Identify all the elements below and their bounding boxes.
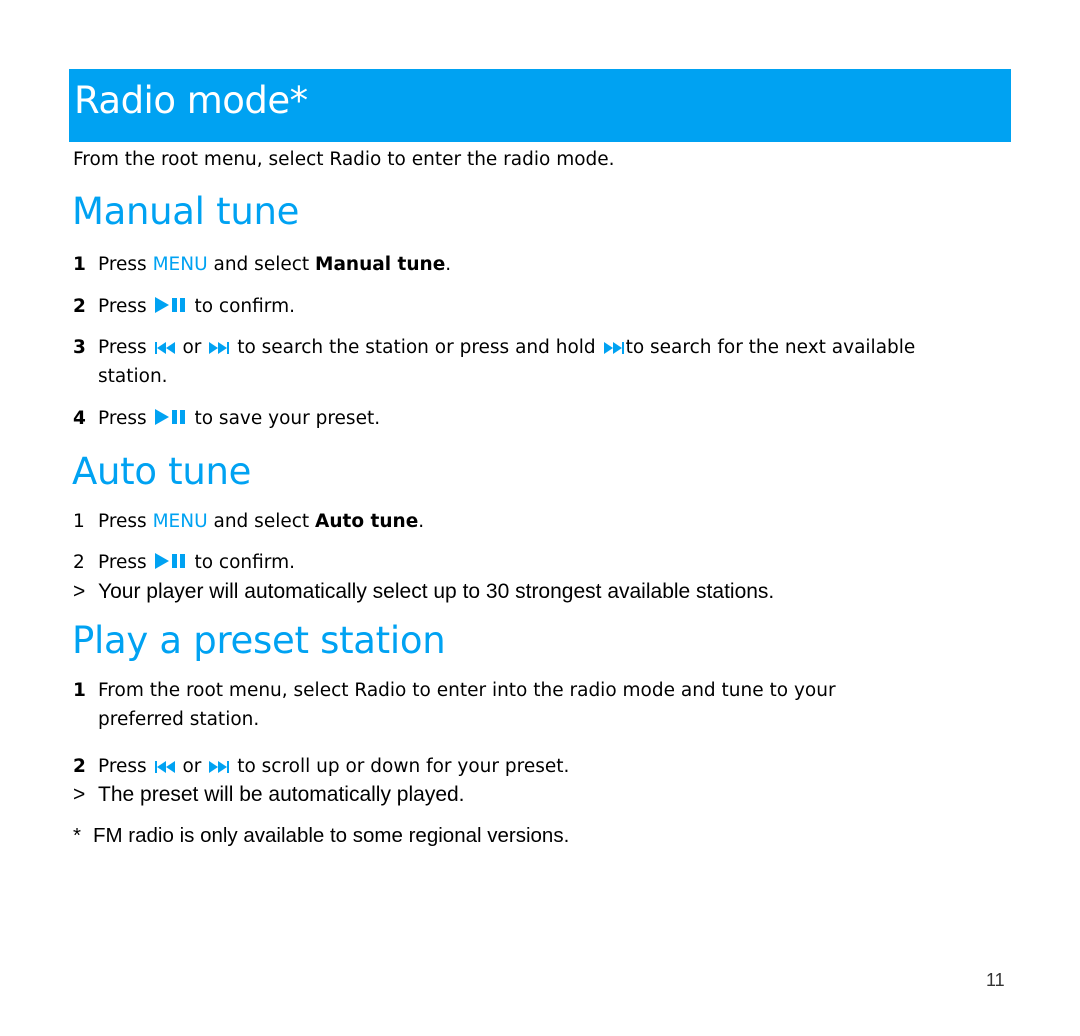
auto-tune-result: > Your player will automatically select u… xyxy=(73,580,775,603)
next-icon xyxy=(208,760,230,774)
menu-key: MENU xyxy=(152,511,208,532)
previous-icon xyxy=(154,760,176,774)
previous-icon xyxy=(154,341,176,355)
manual-step-3: 3 Press or to search the station or press… xyxy=(73,337,916,387)
preset-result: > The preset will be automatically played… xyxy=(73,783,465,806)
step-number: 1 xyxy=(73,254,86,275)
manual-step-1: 1 Press MENU and select Manual tune. xyxy=(73,250,451,280)
footnote: * FM radio is only available to some regi… xyxy=(73,824,570,847)
play-pause-icon xyxy=(154,296,188,314)
auto-tune-heading: Auto tune xyxy=(72,450,252,493)
preset-step-2: 2 Press or to scroll up or down for your … xyxy=(73,756,570,777)
next-icon xyxy=(603,341,625,355)
section-banner: Radio mode* xyxy=(69,69,1011,142)
auto-step-2: 2 Press to confirm. xyxy=(73,552,295,573)
page-number: 11 xyxy=(986,970,1005,990)
manual-step-4: 4 Press to save your preset. xyxy=(73,408,381,429)
preset-step-1: 1 From the root menu, select Radio to ent… xyxy=(73,680,836,730)
intro-text: From the root menu, select Radio to ente… xyxy=(73,149,615,170)
menu-key: MENU xyxy=(152,254,208,275)
auto-step-1: 1 Press MENU and select Auto tune. xyxy=(73,511,425,532)
manual-step-2: 2 Press to confirm. xyxy=(73,296,295,317)
next-icon xyxy=(208,341,230,355)
play-pause-icon xyxy=(154,552,188,570)
page-title: Radio mode* xyxy=(74,79,308,122)
preset-heading: Play a preset station xyxy=(72,619,446,662)
play-pause-icon xyxy=(154,408,188,426)
manual-tune-heading: Manual tune xyxy=(72,190,300,233)
